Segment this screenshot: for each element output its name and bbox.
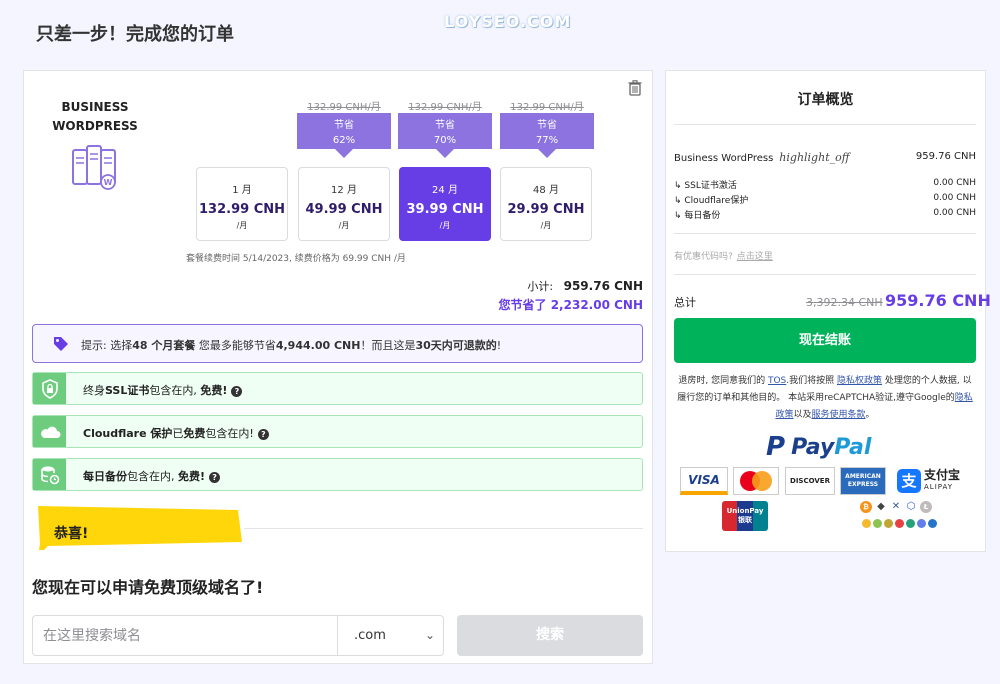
- paypal-p-icon: P: [766, 432, 786, 462]
- amex-logo: AMERICAN EXPRESS: [840, 467, 886, 495]
- domain-search-input[interactable]: [32, 615, 338, 656]
- chevron-down-icon: ⌄: [424, 628, 435, 642]
- wordpress-hosting-icon: W: [70, 144, 118, 194]
- tos-link[interactable]: TOS: [768, 376, 786, 386]
- divider: [674, 233, 976, 234]
- plan-12-savings-badge: 节省 62%: [297, 113, 391, 149]
- help-icon[interactable]: ?: [209, 471, 221, 483]
- tld-select[interactable]: .com ⌄: [338, 615, 444, 656]
- help-icon[interactable]: ?: [257, 428, 269, 440]
- total-price: 959.76 CNH: [885, 291, 991, 310]
- visa-logo: VISA: [680, 467, 728, 495]
- congrats-text: 恭喜!: [54, 526, 89, 542]
- alipay-icon: 支: [897, 469, 921, 493]
- watermark: LOYSEO.COM: [444, 12, 572, 31]
- paypal-logo: P Pay Pal: [766, 432, 872, 462]
- product-name: BUSINESS WORDPRESS: [52, 100, 138, 133]
- plan-48-badge-arrow: [538, 149, 556, 158]
- legal-text: 退房时, 您同意我们的 TOS.我们将按照 隐私权政策 处理您的个人数据, 以履…: [677, 376, 973, 420]
- renewal-note: 套餐续费时间 5/14/2023, 续费价格为 69.99 CNH /月: [186, 254, 406, 264]
- plan-option-48-months[interactable]: 48 月 29.99 CNH /月: [500, 167, 592, 241]
- plan-option-24-months[interactable]: 24 月 39.99 CNH /月: [399, 167, 491, 241]
- total-label: 总计: [674, 296, 696, 309]
- feature-daily-backup: 每日备份包含在内, 免费!?: [32, 458, 643, 491]
- summary-item-ssl: ↳ SSL证书激活 0.00 CNH: [674, 178, 976, 191]
- discover-logo: DISCOVER: [785, 467, 835, 495]
- tether-icon: [906, 519, 915, 528]
- bnb-icon: [862, 519, 871, 528]
- cloud-icon: [33, 416, 66, 447]
- unionpay-logo: UnionPay 银联: [722, 501, 768, 531]
- plan-48-savings-badge: 节省 77%: [500, 113, 594, 149]
- privacy-policy-link[interactable]: 隐私权政策: [837, 376, 882, 386]
- svg-text:W: W: [104, 178, 113, 187]
- alipay-logo: 支 支付宝 ALIPAY: [897, 467, 973, 495]
- plan-24-badge-arrow: [436, 149, 454, 158]
- plan-option-1-month[interactable]: 1 月 132.99 CNH /月: [196, 167, 288, 241]
- plan-48-original-price: 132.99 CNH/月: [510, 102, 584, 113]
- savings-amount: 您节省了 2,232.00 CNH: [498, 298, 643, 312]
- plan-24-original-price: 132.99 CNH/月: [408, 102, 482, 113]
- summary-product-row: Business WordPress highlight_off 959.76 CN…: [674, 151, 976, 164]
- total-original-price: 3,392.34 CNH: [806, 296, 883, 309]
- free-domain-headline: 您现在可以申请免费顶级域名了!: [32, 578, 264, 597]
- ripple-icon: ✕: [890, 501, 902, 513]
- divider: [674, 274, 976, 275]
- plan-12-badge-arrow: [335, 149, 353, 158]
- bitcoin-cash-icon: [873, 519, 882, 528]
- avalanche-icon: [895, 519, 904, 528]
- usdc-icon: [928, 519, 937, 528]
- ssl-lock-icon: [33, 373, 66, 404]
- plan-12-original-price: 132.99 CNH/月: [307, 102, 381, 113]
- crypto-icons: ₿ ◆ ✕ ⬡ Ł: [860, 501, 932, 513]
- ethereum-icon: ◆: [875, 501, 887, 513]
- tip-text: 提示: 选择48 个月套餐 您最多能够节省4,944.00 CNH！而且这是30…: [81, 339, 502, 352]
- domain-search-button[interactable]: 搜索: [457, 615, 643, 656]
- coupon-prompt: 有优惠代码吗? 点击这里: [674, 252, 773, 262]
- tip-banner: 提示: 选择48 个月套餐 您最多能够节省4,944.00 CNH！而且这是30…: [32, 324, 643, 363]
- summary-item-cloudflare: ↳ Cloudflare保护 0.00 CNH: [674, 193, 976, 206]
- plan-24-savings-badge: 节省 70%: [398, 113, 492, 149]
- tag-icon: [54, 337, 68, 351]
- google-terms-link[interactable]: 服务使用条款: [812, 410, 866, 420]
- database-backup-icon: [33, 459, 66, 490]
- litecoin-icon: Ł: [920, 501, 932, 513]
- polygon-icon: [917, 519, 926, 528]
- mastercard-logo: [733, 467, 779, 495]
- bitcoin-icon: ₿: [860, 501, 872, 513]
- summary-title: 订单概览: [797, 92, 854, 108]
- crypto-icons-small: [862, 519, 937, 528]
- plan-option-12-months[interactable]: 12 月 49.99 CNH /月: [298, 167, 390, 241]
- feature-cloudflare: Cloudflare 保护已免费包含在内!?: [32, 415, 643, 448]
- subtotal: 小计: 959.76 CNH: [527, 279, 643, 293]
- coupon-link[interactable]: 点击这里: [737, 252, 773, 262]
- checkout-button[interactable]: 现在结账: [674, 318, 976, 363]
- divider: [674, 124, 976, 125]
- help-icon[interactable]: ?: [231, 385, 243, 397]
- summary-item-backup: ↳ 每日备份 0.00 CNH: [674, 208, 976, 221]
- trash-icon[interactable]: [628, 80, 642, 100]
- highlight-off-icon[interactable]: highlight_off: [779, 151, 849, 164]
- chainlink-icon: ⬡: [905, 501, 917, 513]
- feature-ssl: 终身SSL证书包含在内, 免费!?: [32, 372, 643, 405]
- divider: [244, 528, 643, 529]
- dogecoin-icon: [884, 519, 893, 528]
- page-title: 只差一步！完成您的订单: [36, 24, 234, 45]
